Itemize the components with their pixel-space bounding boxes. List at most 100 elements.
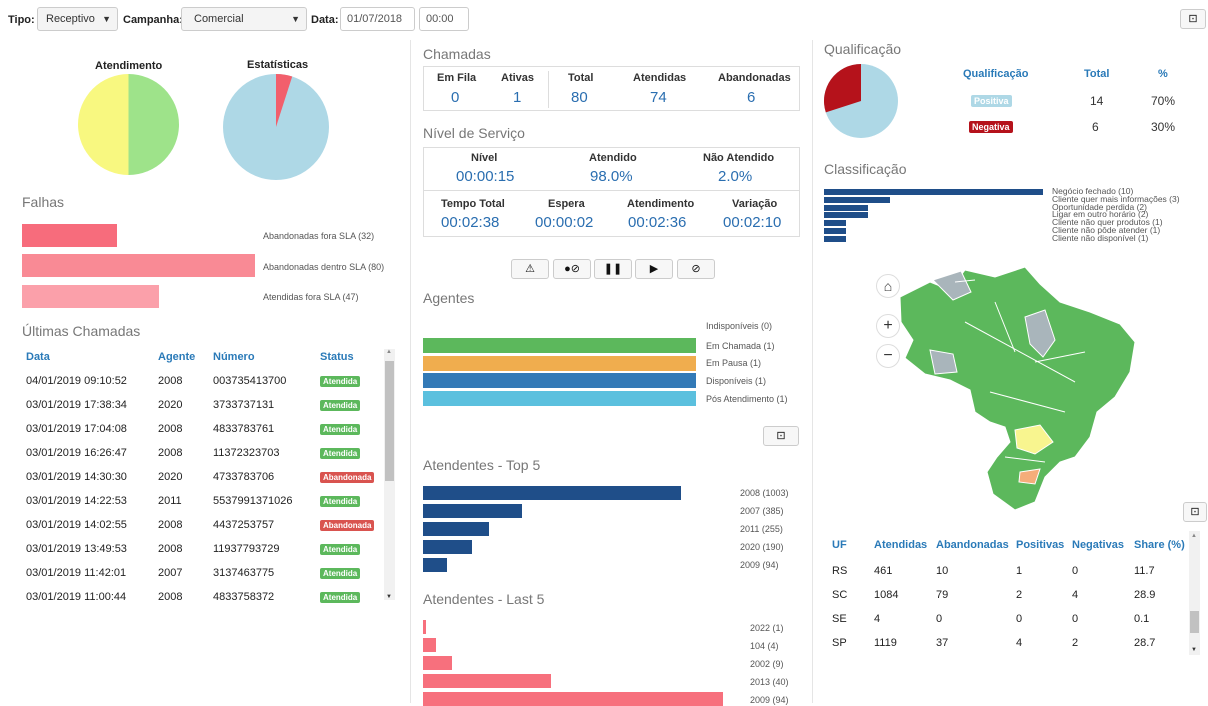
stop-button[interactable]: ⊘	[677, 259, 715, 279]
map-expand-button[interactable]: ⊡	[1183, 502, 1207, 522]
qual-header: Total	[1084, 68, 1110, 80]
qual-pct: 70%	[1151, 94, 1176, 108]
map-home-button[interactable]: ⌂	[876, 274, 900, 298]
stat-value: 1	[513, 89, 522, 106]
zoom-out-icon: −	[883, 347, 893, 364]
caret-down-icon: ▼	[291, 14, 300, 24]
agentes-label: Disponíveis (1)	[706, 376, 767, 386]
table-cell: 03/01/2019 17:04:08	[26, 423, 127, 435]
status-badge: Atendida	[320, 544, 361, 555]
col-header-agente: Agente	[158, 351, 196, 363]
pause-button[interactable]: ❚❚	[594, 259, 632, 279]
classificacao-bar	[824, 235, 846, 242]
stat-label: Não Atendido	[703, 152, 775, 164]
calls-scrollbar[interactable]: ▲ ▼	[384, 349, 395, 600]
map-zoom-in-button[interactable]: +	[876, 314, 900, 338]
uf-header: Atendidas	[874, 539, 928, 551]
qual-pct: 30%	[1151, 120, 1176, 134]
map-state-gray[interactable]	[929, 349, 958, 375]
table-cell: 2008	[158, 423, 183, 435]
classificacao-bar	[824, 204, 868, 211]
table-cell: 461	[874, 565, 893, 577]
brazil-map[interactable]	[875, 262, 1145, 512]
top5-bar	[423, 540, 472, 554]
stat-value: 2.0%	[718, 168, 753, 185]
table-cell: 2008	[158, 519, 183, 531]
scroll-down-icon[interactable]: ▼	[386, 594, 392, 600]
campanha-select[interactable]: Comercial ▼	[181, 7, 307, 31]
expand-icon: ⊡	[776, 430, 786, 442]
alert-button[interactable]: ⚠	[511, 259, 549, 279]
table-cell: 11937793729	[213, 543, 280, 555]
classificacao-bar	[824, 228, 846, 234]
classificacao-bar	[824, 196, 890, 203]
table-cell: 3733737131	[213, 399, 275, 411]
play-button[interactable]: ▶	[635, 259, 673, 279]
table-cell: 03/01/2019 14:22:53	[26, 495, 127, 507]
scrollbar-thumb[interactable]	[1190, 611, 1199, 633]
stat-label: Abandonadas	[718, 72, 791, 84]
tipo-select-value: Receptivo	[46, 13, 95, 25]
agentes-label: Indisponíveis (0)	[706, 321, 773, 331]
data-label: Data:	[311, 14, 339, 26]
status-badge: Abandonada	[320, 520, 375, 531]
agentes-label: Em Chamada (1)	[706, 341, 775, 351]
stat-value: 80	[571, 89, 588, 106]
map-region[interactable]	[899, 266, 1136, 511]
campanha-select-value: Comercial	[194, 13, 244, 25]
column-divider	[410, 40, 411, 703]
status-badge: Atendida	[320, 400, 361, 411]
col-header-data: Data	[26, 351, 50, 363]
stat-label: Espera	[548, 198, 585, 210]
scrollbar-thumb[interactable]	[385, 361, 394, 481]
time-input[interactable]: 00:00	[419, 7, 469, 31]
last5-bar	[423, 620, 426, 634]
agentes-label: Em Pausa (1)	[706, 358, 762, 368]
chamadas-title: Chamadas	[423, 46, 491, 62]
stat-value: 74	[650, 89, 667, 106]
uf-scrollbar[interactable]: ▲ ▼	[1189, 531, 1200, 655]
stat-label: Variação	[732, 198, 778, 210]
ban-icon: ⊘	[691, 263, 701, 275]
falhas-label: Abandonadas dentro SLA (80)	[263, 262, 385, 272]
expand-icon: ⊡	[1188, 13, 1198, 25]
last5-bar	[423, 656, 452, 670]
top5-label: 2011 (255)	[740, 524, 783, 534]
scroll-up-icon[interactable]: ▲	[386, 349, 392, 355]
top5-label: 2009 (94)	[740, 560, 779, 570]
table-cell: RS	[832, 565, 848, 577]
falhas-bar	[22, 254, 255, 277]
stat-value: 00:02:36	[628, 214, 687, 231]
tipo-select[interactable]: Receptivo ▼	[37, 7, 118, 31]
user-block-button[interactable]: ●⊘	[553, 259, 591, 279]
table-cell: 11372323703	[213, 447, 280, 459]
scroll-down-icon[interactable]: ▼	[1191, 647, 1197, 653]
expand-button[interactable]: ⊡	[1180, 9, 1206, 29]
stat-value: 0	[451, 89, 460, 106]
stat-value: 00:00:02	[535, 214, 594, 231]
table-cell: SC	[832, 589, 848, 601]
stat-label: Nível	[471, 152, 498, 164]
last5-title: Atendentes - Last 5	[423, 591, 545, 607]
map-zoom-out-button[interactable]: −	[876, 344, 900, 368]
date-input[interactable]: 01/07/2018	[340, 7, 415, 31]
scroll-up-icon[interactable]: ▲	[1191, 533, 1197, 539]
table-cell: 2020	[158, 471, 183, 483]
stat-label: Ativas	[501, 72, 535, 84]
last5-label: 2013 (40)	[750, 677, 789, 687]
table-cell: 03/01/2019 11:42:01	[26, 567, 127, 579]
table-cell: 2008	[158, 447, 183, 459]
table-cell: 1119	[874, 637, 897, 649]
table-cell: 0	[1072, 613, 1079, 625]
uf-header: Negativas	[1072, 539, 1124, 551]
uf-header: Share (%)	[1134, 539, 1185, 551]
classificacao-label: Cliente não disponível (1)	[1052, 232, 1149, 243]
table-cell: 1	[1016, 565, 1023, 577]
table-cell: 2	[1016, 589, 1023, 601]
atendimento-pie	[78, 74, 179, 175]
last5-label: 2022 (1)	[750, 623, 784, 633]
top5-label: 2007 (385)	[740, 506, 784, 516]
expand-icon: ⊡	[1190, 506, 1200, 518]
agentes-bar	[423, 391, 696, 406]
agentes-expand-button[interactable]: ⊡	[763, 426, 799, 446]
